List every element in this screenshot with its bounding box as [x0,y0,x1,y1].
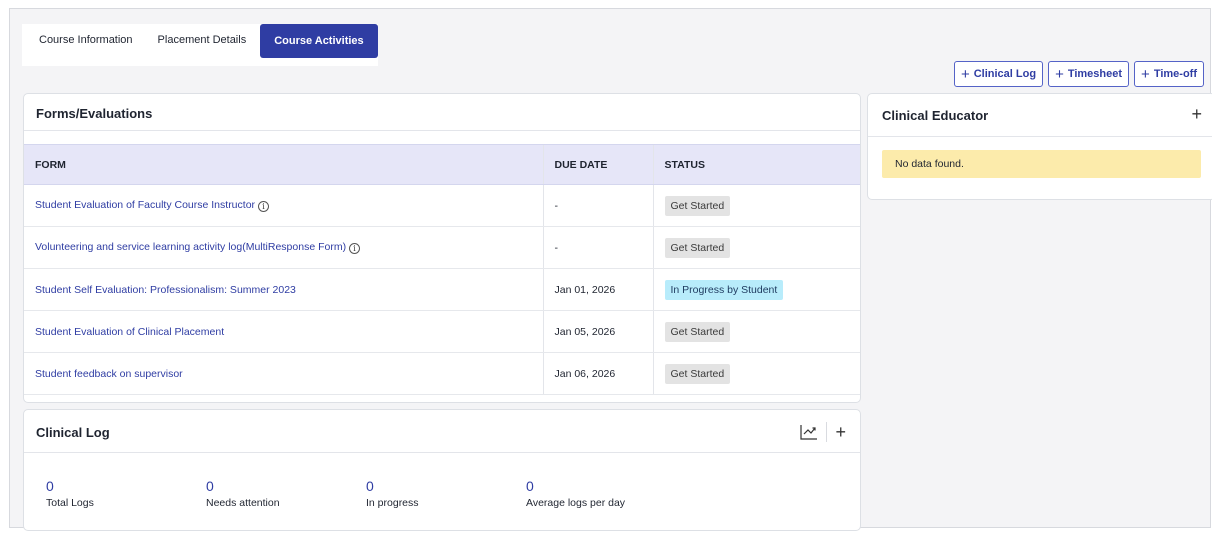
due-date-cell: Jan 05, 2026 [542,310,653,353]
add-educator-plus-icon[interactable]: + [1191,105,1202,123]
status-badge[interactable]: In Progress by Student [664,279,784,300]
divider [24,130,860,131]
add-time-off-button[interactable]: + Time-off [1134,61,1204,87]
stat-value[interactable]: 0 [46,478,94,494]
tab-bar: Course Information Placement Details Cou… [22,24,378,66]
tab-placement-details[interactable]: Placement Details [148,24,261,57]
stat-label: Average logs per day [526,497,626,509]
form-cell: Student Evaluation of Faculty Course Ins… [24,184,543,227]
stat-needs-attention: 0 Needs attention [206,478,280,509]
plus-icon: + [1141,65,1150,83]
clinical-log-toolbar: + [800,422,846,442]
status-badge[interactable]: Get Started [664,237,731,258]
add-log-plus-icon[interactable]: + [835,423,846,441]
table-row: Volunteering and service learning activi… [24,226,860,269]
status-cell: Get Started [652,352,860,395]
form-cell: Student Evaluation of Clinical Placement [24,310,543,353]
status-cell: Get Started [652,226,860,269]
form-link[interactable]: Student Evaluation of Clinical Placement [35,326,224,338]
form-link[interactable]: Student Evaluation of Faculty Course Ins… [35,199,255,211]
due-date-cell: Jan 06, 2026 [542,352,653,395]
column-header-form[interactable]: FORM [24,144,543,185]
stat-label: Needs attention [206,497,280,509]
table-row: Student Evaluation of Faculty Course Ins… [24,184,860,227]
form-link[interactable]: Student feedback on supervisor [35,368,183,380]
add-clinical-log-button[interactable]: + Clinical Log [953,61,1044,87]
status-badge[interactable]: Get Started [664,363,731,384]
stat-label: In progress [366,497,419,509]
plus-icon: + [960,65,970,83]
divider [868,136,1212,137]
column-header-due-date[interactable]: DUE DATE [542,144,653,185]
stat-value[interactable]: 0 [206,478,280,494]
info-icon[interactable]: i [258,201,270,212]
clinical-educator-title: Clinical Educator [882,108,989,123]
forms-card-title: Forms/Evaluations [36,106,153,121]
form-link[interactable]: Student Self Evaluation: Professionalism… [35,284,296,296]
add-time-off-label: Time-off [1153,68,1197,80]
due-date-cell: - [542,184,653,227]
add-timesheet-button[interactable]: + Timesheet [1048,61,1130,87]
due-date-cell: Jan 01, 2026 [542,268,653,311]
trend-chart-icon[interactable] [800,424,818,440]
add-timesheet-label: Timesheet [1067,68,1123,80]
stat-in-progress: 0 In progress [366,478,419,509]
stat-total-logs: 0 Total Logs [46,478,94,509]
info-icon[interactable]: i [349,243,361,254]
forms-table: FORM DUE DATE STATUS Student Evaluation … [24,144,860,395]
plus-icon: + [1055,65,1064,83]
stat-average-logs-per-day: 0 Average logs per day [526,478,625,509]
form-cell: Student feedback on supervisor [24,352,543,395]
status-cell: Get Started [652,310,860,353]
tab-course-information[interactable]: Course Information [22,24,148,57]
tab-course-activities[interactable]: Course Activities [260,24,378,58]
clinical-educator-card: Clinical Educator + No data found. [867,93,1212,200]
stat-label: Total Logs [46,497,94,509]
table-row: Student Self Evaluation: Professionalism… [24,268,860,311]
action-buttons: + Clinical Log + Timesheet + Time-off [953,61,1204,87]
status-cell: Get Started [652,184,860,227]
stat-value[interactable]: 0 [366,478,419,494]
table-row: Student Evaluation of Clinical Placement… [24,310,860,353]
clinical-log-title: Clinical Log [36,425,110,440]
table-row: Student feedback on supervisor Jan 06, 2… [24,352,860,395]
column-header-status[interactable]: STATUS [652,144,860,185]
forms-evaluations-card: Forms/Evaluations FORM DUE DATE STATUS S… [23,93,861,403]
status-badge[interactable]: Get Started [664,321,731,342]
due-date-cell: - [542,226,653,269]
status-badge[interactable]: Get Started [664,195,731,216]
status-cell: In Progress by Student [652,268,860,311]
no-data-notice: No data found. [882,150,1201,178]
table-header-row: FORM DUE DATE STATUS [24,144,860,185]
divider [826,422,828,442]
form-cell: Student Self Evaluation: Professionalism… [24,268,543,311]
add-clinical-log-label: Clinical Log [973,68,1037,80]
form-link[interactable]: Volunteering and service learning activi… [35,241,346,253]
page-frame: Course Information Placement Details Cou… [9,8,1212,531]
stat-value[interactable]: 0 [526,478,625,494]
clinical-log-card: Clinical Log + 0 Total Logs 0 Needs atte… [23,409,861,531]
divider [24,452,860,453]
form-cell: Volunteering and service learning activi… [24,226,543,269]
